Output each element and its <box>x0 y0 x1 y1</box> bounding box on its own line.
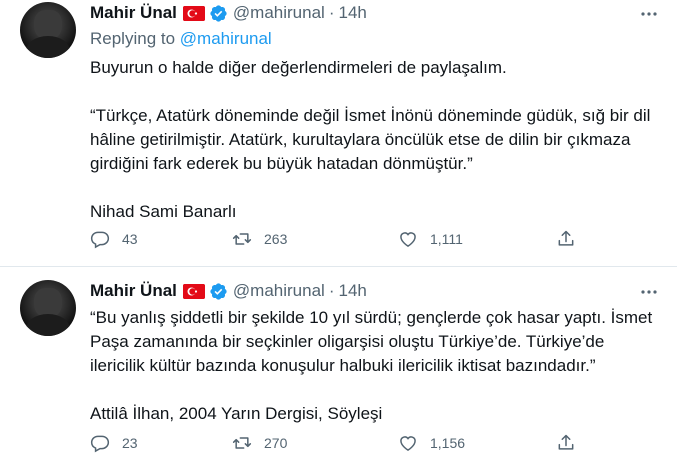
replying-prefix: Replying to <box>90 29 176 48</box>
reply-button[interactable]: 23 <box>90 433 138 453</box>
verified-badge-icon <box>209 4 228 23</box>
tweet-paragraph: Buyurun o halde diğer değerlendirmeleri … <box>90 58 507 77</box>
reply-count: 43 <box>122 231 138 247</box>
reply-button[interactable]: 43 <box>90 229 138 249</box>
share-button[interactable] <box>556 433 576 453</box>
share-button[interactable] <box>556 229 576 249</box>
tweet-text: “Bu yanlış şiddetli bir şekilde 10 yıl s… <box>90 306 660 450</box>
tweet-paragraph: “Türkçe, Atatürk döneminde değil İsmet İ… <box>90 106 651 173</box>
turkey-flag-icon <box>182 283 205 299</box>
author-handle[interactable]: @mahirunal <box>233 3 325 23</box>
reply-count: 23 <box>122 435 138 451</box>
reply-icon <box>90 231 110 249</box>
replying-to: Replying to @mahirunal <box>90 29 272 49</box>
tweet-header: Mahir Ünal @mahirunal · 14h <box>90 2 367 24</box>
retweet-count: 270 <box>264 435 288 451</box>
turkey-flag-icon <box>182 5 205 21</box>
separator: · <box>328 281 335 300</box>
retweet-icon <box>232 233 252 245</box>
tweet-actions: 43 263 1,111 <box>90 227 580 251</box>
heart-icon <box>400 232 416 247</box>
like-button[interactable]: 1,111 <box>398 229 463 249</box>
retweet-icon <box>232 437 252 449</box>
avatar[interactable] <box>20 280 76 336</box>
tweet[interactable]: Mahir Ünal @mahirunal · 14h “Bu yanlış ş… <box>0 266 677 468</box>
separator: · <box>328 3 335 22</box>
like-count: 1,111 <box>430 231 463 247</box>
like-count: 1,156 <box>430 435 466 451</box>
tweet-paragraph: Nihad Sami Banarlı <box>90 202 237 221</box>
timestamp[interactable]: 14h <box>338 281 366 301</box>
more-icon[interactable] <box>639 4 659 24</box>
author-handle[interactable]: @mahirunal <box>233 281 325 301</box>
retweet-button[interactable]: 263 <box>232 229 287 249</box>
tweet-text: Buyurun o halde diğer değerlendirmeleri … <box>90 56 660 248</box>
tweet-actions: 23 270 1,156 <box>90 431 580 455</box>
avatar[interactable] <box>20 2 76 58</box>
share-icon <box>558 230 574 246</box>
heart-icon <box>400 436 416 451</box>
tweet-header: Mahir Ünal @mahirunal · 14h <box>90 280 367 302</box>
replying-to-link[interactable]: @mahirunal <box>180 29 272 48</box>
verified-badge-icon <box>209 282 228 301</box>
tweet-paragraph: Attilâ İlhan, 2004 Yarın Dergisi, Söyleş… <box>90 404 383 423</box>
retweet-button[interactable]: 270 <box>232 433 287 453</box>
retweet-count: 263 <box>264 231 288 247</box>
timestamp[interactable]: 14h <box>338 3 366 23</box>
more-icon[interactable] <box>639 282 659 302</box>
author-name[interactable]: Mahir Ünal <box>90 281 177 301</box>
tweet-paragraph: “Bu yanlış şiddetli bir şekilde 10 yıl s… <box>90 308 653 375</box>
like-button[interactable]: 1,156 <box>398 433 465 453</box>
tweet[interactable]: Mahir Ünal @mahirunal · 14h Replying to … <box>0 0 677 266</box>
author-name[interactable]: Mahir Ünal <box>90 3 177 23</box>
reply-icon <box>90 435 110 453</box>
share-icon <box>558 434 574 450</box>
